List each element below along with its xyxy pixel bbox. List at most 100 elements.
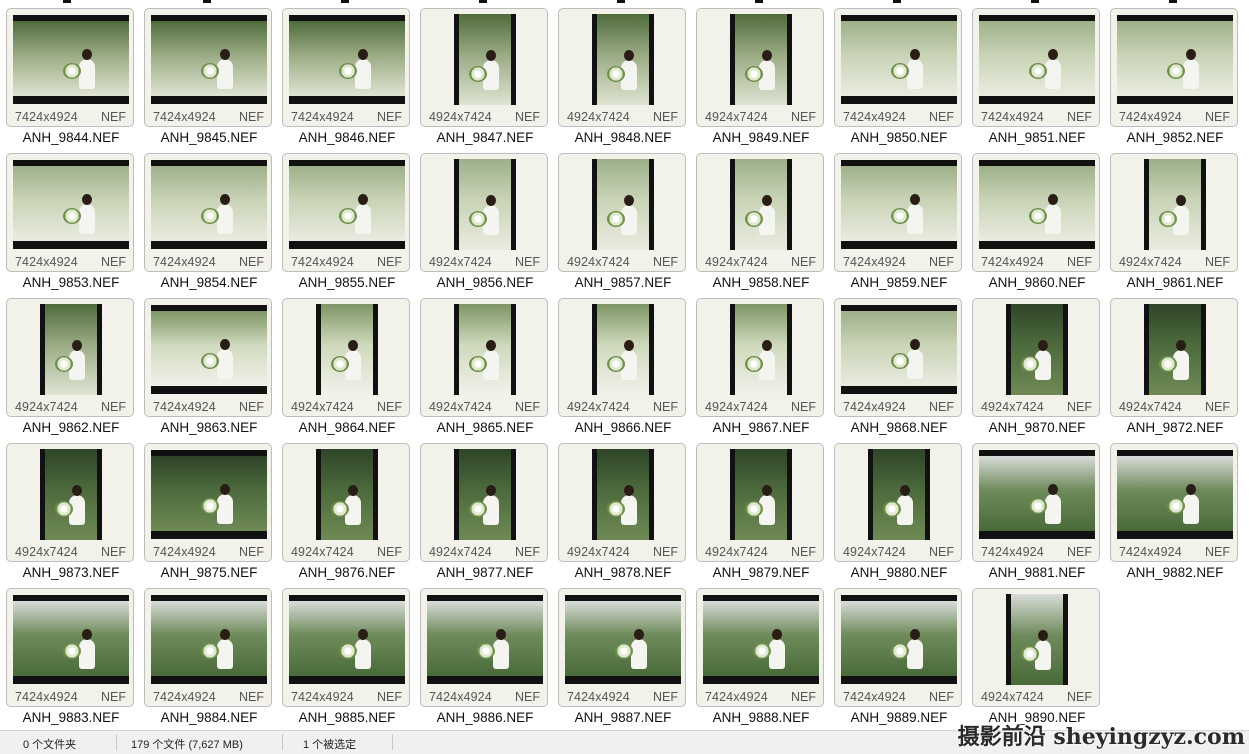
file-thumbnail[interactable]: 7424x4924 NEF ANH_9882.NEF bbox=[1107, 441, 1245, 584]
file-thumbnail[interactable]: 4924x7424 NEF ANH_9865.NEF bbox=[417, 296, 555, 439]
file-thumbnail[interactable]: 4924x7424 NEF ANH_9866.NEF bbox=[555, 296, 693, 439]
file-name[interactable]: ANH_9857.NEF bbox=[555, 275, 691, 290]
file-thumbnail[interactable]: 7424x4924 NEF ANH_9860.NEF bbox=[969, 151, 1107, 294]
thumbnail-frame[interactable]: 4924x7424 NEF bbox=[282, 298, 410, 417]
file-thumbnail[interactable]: 7424x4924 NEF ANH_9881.NEF bbox=[969, 441, 1107, 584]
thumbnail-frame[interactable]: 4924x7424 NEF bbox=[6, 298, 134, 417]
file-thumbnail[interactable]: 4924x7424 NEF ANH_9864.NEF bbox=[279, 296, 417, 439]
file-thumbnail[interactable]: 4924x7424 NEF ANH_9861.NEF bbox=[1107, 151, 1245, 294]
file-thumbnail[interactable]: 7424x4924 NEF ANH_9884.NEF bbox=[141, 586, 279, 729]
thumbnail-frame[interactable]: 4924x7424 NEF bbox=[420, 443, 548, 562]
thumbnail-frame[interactable]: 7424x4924 NEF bbox=[696, 588, 824, 707]
file-thumbnail[interactable]: 7424x4924 NEF ANH_9846.NEF bbox=[279, 6, 417, 149]
thumbnail-frame[interactable]: 4924x7424 NEF bbox=[282, 443, 410, 562]
file-thumbnail[interactable]: 4924x7424 NEF ANH_9877.NEF bbox=[417, 441, 555, 584]
thumbnail-frame[interactable]: 7424x4924 NEF bbox=[834, 298, 962, 417]
thumbnail-frame[interactable]: 4924x7424 NEF bbox=[972, 588, 1100, 707]
thumbnail-frame[interactable]: 7424x4924 NEF bbox=[972, 8, 1100, 127]
file-name[interactable]: ANH_9844.NEF bbox=[3, 130, 139, 145]
file-thumbnail[interactable]: 7424x4924 NEF ANH_9854.NEF bbox=[141, 151, 279, 294]
file-name[interactable]: ANH_9867.NEF bbox=[693, 420, 829, 435]
file-thumbnail[interactable]: 4924x7424 NEF ANH_9890.NEF bbox=[969, 586, 1107, 729]
thumbnail-frame[interactable]: 4924x7424 NEF bbox=[558, 298, 686, 417]
thumbnail-frame[interactable]: 7424x4924 NEF bbox=[558, 588, 686, 707]
file-name[interactable]: ANH_9883.NEF bbox=[3, 710, 139, 725]
thumbnail-frame[interactable]: 7424x4924 NEF bbox=[420, 588, 548, 707]
file-thumbnail[interactable]: 4924x7424 NEF ANH_9872.NEF bbox=[1107, 296, 1245, 439]
thumbnail-frame[interactable]: 4924x7424 NEF bbox=[558, 443, 686, 562]
file-thumbnail[interactable]: 4924x7424 NEF ANH_9878.NEF bbox=[555, 441, 693, 584]
thumbnail-frame[interactable]: 7424x4924 NEF bbox=[144, 8, 272, 127]
file-name[interactable]: ANH_9884.NEF bbox=[141, 710, 277, 725]
file-name[interactable]: ANH_9868.NEF bbox=[831, 420, 967, 435]
file-name[interactable]: ANH_9853.NEF bbox=[3, 275, 139, 290]
thumbnail-frame[interactable]: 4924x7424 NEF bbox=[420, 8, 548, 127]
file-thumbnail[interactable]: 7424x4924 NEF ANH_9886.NEF bbox=[417, 586, 555, 729]
file-thumbnail[interactable]: 4924x7424 NEF ANH_9857.NEF bbox=[555, 151, 693, 294]
file-name[interactable]: ANH_9846.NEF bbox=[279, 130, 415, 145]
thumbnail-frame[interactable]: 4924x7424 NEF bbox=[696, 153, 824, 272]
file-name[interactable]: ANH_9852.NEF bbox=[1107, 130, 1243, 145]
thumbnail-frame[interactable]: 7424x4924 NEF bbox=[972, 443, 1100, 562]
file-thumbnail[interactable]: 7424x4924 NEF ANH_9859.NEF bbox=[831, 151, 969, 294]
file-thumbnail[interactable]: 7424x4924 NEF ANH_9853.NEF bbox=[3, 151, 141, 294]
file-thumbnail[interactable]: 7424x4924 NEF ANH_9851.NEF bbox=[969, 6, 1107, 149]
thumbnail-frame[interactable]: 7424x4924 NEF bbox=[1110, 443, 1238, 562]
thumbnail-frame[interactable]: 7424x4924 NEF bbox=[1110, 8, 1238, 127]
file-name[interactable]: ANH_9864.NEF bbox=[279, 420, 415, 435]
file-thumbnail[interactable]: 7424x4924 NEF ANH_9845.NEF bbox=[141, 6, 279, 149]
file-thumbnail[interactable]: 4924x7424 NEF ANH_9858.NEF bbox=[693, 151, 831, 294]
thumbnail-frame[interactable]: 4924x7424 NEF bbox=[420, 298, 548, 417]
file-thumbnail[interactable]: 7424x4924 NEF ANH_9883.NEF bbox=[3, 586, 141, 729]
file-name[interactable]: ANH_9847.NEF bbox=[417, 130, 553, 145]
file-name[interactable]: ANH_9850.NEF bbox=[831, 130, 967, 145]
file-name[interactable]: ANH_9872.NEF bbox=[1107, 420, 1243, 435]
file-name[interactable]: ANH_9877.NEF bbox=[417, 565, 553, 580]
thumbnail-frame[interactable]: 4924x7424 NEF bbox=[420, 153, 548, 272]
thumbnail-frame[interactable]: 4924x7424 NEF bbox=[972, 298, 1100, 417]
file-thumbnail[interactable]: 4924x7424 NEF ANH_9848.NEF bbox=[555, 6, 693, 149]
file-thumbnail[interactable]: 4924x7424 NEF ANH_9849.NEF bbox=[693, 6, 831, 149]
file-thumbnail[interactable]: 4924x7424 NEF ANH_9880.NEF bbox=[831, 441, 969, 584]
thumbnail-frame[interactable]: 7424x4924 NEF bbox=[834, 153, 962, 272]
file-thumbnail[interactable]: 7424x4924 NEF ANH_9863.NEF bbox=[141, 296, 279, 439]
file-thumbnail[interactable]: 4924x7424 NEF ANH_9867.NEF bbox=[693, 296, 831, 439]
thumbnail-frame[interactable]: 7424x4924 NEF bbox=[6, 153, 134, 272]
thumbnail-frame[interactable]: 7424x4924 NEF bbox=[282, 153, 410, 272]
file-name[interactable]: ANH_9881.NEF bbox=[969, 565, 1105, 580]
file-name[interactable]: ANH_9885.NEF bbox=[279, 710, 415, 725]
thumbnail-frame[interactable]: 7424x4924 NEF bbox=[834, 588, 962, 707]
file-name[interactable]: ANH_9865.NEF bbox=[417, 420, 553, 435]
file-thumbnail[interactable]: 7424x4924 NEF ANH_9850.NEF bbox=[831, 6, 969, 149]
file-name[interactable]: ANH_9876.NEF bbox=[279, 565, 415, 580]
file-name[interactable]: ANH_9888.NEF bbox=[693, 710, 829, 725]
file-name[interactable]: ANH_9845.NEF bbox=[141, 130, 277, 145]
file-thumbnail[interactable]: 7424x4924 NEF ANH_9855.NEF bbox=[279, 151, 417, 294]
file-thumbnail[interactable]: 7424x4924 NEF ANH_9885.NEF bbox=[279, 586, 417, 729]
file-thumbnail[interactable]: 4924x7424 NEF ANH_9847.NEF bbox=[417, 6, 555, 149]
file-thumbnail[interactable]: 7424x4924 NEF ANH_9844.NEF bbox=[3, 6, 141, 149]
file-name[interactable]: ANH_9848.NEF bbox=[555, 130, 691, 145]
thumbnail-frame[interactable]: 7424x4924 NEF bbox=[834, 8, 962, 127]
file-thumbnail[interactable]: 4924x7424 NEF ANH_9856.NEF bbox=[417, 151, 555, 294]
thumbnail-frame[interactable]: 4924x7424 NEF bbox=[558, 8, 686, 127]
file-name[interactable]: ANH_9887.NEF bbox=[555, 710, 691, 725]
file-name[interactable]: ANH_9849.NEF bbox=[693, 130, 829, 145]
file-thumbnail[interactable]: 7424x4924 NEF ANH_9852.NEF bbox=[1107, 6, 1245, 149]
file-thumbnail[interactable]: 7424x4924 NEF ANH_9887.NEF bbox=[555, 586, 693, 729]
thumbnail-frame[interactable]: 4924x7424 NEF bbox=[696, 8, 824, 127]
file-name[interactable]: ANH_9851.NEF bbox=[969, 130, 1105, 145]
file-name[interactable]: ANH_9886.NEF bbox=[417, 710, 553, 725]
thumbnail-frame[interactable]: 7424x4924 NEF bbox=[144, 588, 272, 707]
file-name[interactable]: ANH_9860.NEF bbox=[969, 275, 1105, 290]
thumbnail-frame[interactable]: 7424x4924 NEF bbox=[282, 588, 410, 707]
file-name[interactable]: ANH_9879.NEF bbox=[693, 565, 829, 580]
file-name[interactable]: ANH_9859.NEF bbox=[831, 275, 967, 290]
thumbnail-frame[interactable]: 4924x7424 NEF bbox=[558, 153, 686, 272]
file-thumbnail[interactable]: 4924x7424 NEF ANH_9876.NEF bbox=[279, 441, 417, 584]
file-name[interactable]: ANH_9854.NEF bbox=[141, 275, 277, 290]
thumbnail-frame[interactable]: 4924x7424 NEF bbox=[6, 443, 134, 562]
thumbnail-frame[interactable]: 4924x7424 NEF bbox=[834, 443, 962, 562]
file-name[interactable]: ANH_9856.NEF bbox=[417, 275, 553, 290]
thumbnail-frame[interactable]: 7424x4924 NEF bbox=[144, 298, 272, 417]
